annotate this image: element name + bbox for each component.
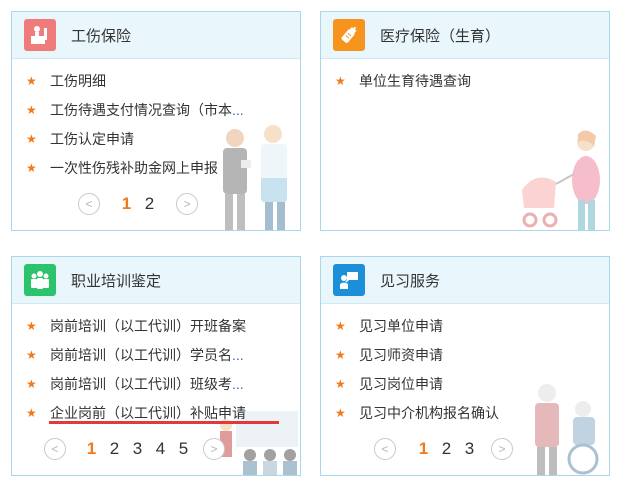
- star-icon: ★: [335, 377, 346, 391]
- card-header: 见习服务: [321, 257, 609, 304]
- list-item[interactable]: ★ 工伤明细: [26, 67, 300, 96]
- star-icon: ★: [26, 348, 37, 362]
- page-number[interactable]: 1: [80, 439, 103, 459]
- page-number[interactable]: 1: [412, 439, 435, 459]
- card-header: 工伤保险: [12, 12, 300, 59]
- star-icon: ★: [26, 103, 37, 117]
- item-link[interactable]: 工伤明细: [50, 67, 106, 96]
- link-list: ★ 见习单位申请 ★ 见习师资申请 ★ 见习岗位申请 ★ 见习中介机构报名确认: [321, 304, 609, 428]
- item-ellipsis: ...: [232, 347, 244, 363]
- card-title: 医疗保险（生育）: [380, 27, 501, 45]
- star-icon: ★: [335, 406, 346, 420]
- card-work-injury: 工伤保险 ★ 工伤明细 ★ 工伤待遇支付情况查询（市本... ★ 工伤认定申请 ★ 一次…: [11, 11, 301, 231]
- item-link[interactable]: 岗前培训（以工代训）班级考: [50, 370, 232, 399]
- list-item[interactable]: ★ 工伤待遇支付情况查询（市本...: [26, 96, 300, 125]
- list-item[interactable]: ★ 工伤认定申请: [26, 125, 300, 154]
- item-link[interactable]: 岗前培训（以工代训）开班备案: [50, 312, 246, 341]
- next-page-button[interactable]: >: [203, 438, 225, 460]
- list-item[interactable]: ★ 见习中介机构报名确认: [335, 399, 609, 428]
- list-item[interactable]: ★ 岗前培训（以工代训）班级考...: [26, 370, 300, 399]
- page-number[interactable]: 2: [435, 439, 458, 459]
- list-item[interactable]: ★ 见习师资申请: [335, 341, 609, 370]
- card-internship-service: 见习服务 ★ 见习单位申请 ★ 见习师资申请 ★ 见习岗位申请 ★ 见习中介机构报名确认…: [320, 256, 610, 476]
- page-number[interactable]: 4: [149, 439, 172, 459]
- link-list: ★ 单位生育待遇查询: [321, 59, 609, 96]
- injured-worker-icon: [24, 19, 56, 51]
- list-item[interactable]: ★ 见习岗位申请: [335, 370, 609, 399]
- card-header: 医疗保险（生育）: [321, 12, 609, 59]
- page-number[interactable]: 2: [138, 194, 161, 214]
- item-link[interactable]: 工伤认定申请: [50, 125, 134, 154]
- list-item[interactable]: ★ 一次性伤残补助金网上申报: [26, 154, 300, 183]
- intern-presentation-icon: [333, 264, 365, 296]
- card-title: 工伤保险: [71, 27, 132, 45]
- star-icon: ★: [26, 74, 37, 88]
- item-link[interactable]: 见习岗位申请: [359, 370, 443, 399]
- page-number[interactable]: 3: [458, 439, 481, 459]
- page-number[interactable]: 5: [172, 439, 195, 459]
- prev-page-button[interactable]: <: [44, 438, 66, 460]
- card-header: 职业培训鉴定: [12, 257, 300, 304]
- page-number[interactable]: 1: [115, 194, 138, 214]
- item-ellipsis: ...: [232, 376, 244, 392]
- page-number[interactable]: 2: [103, 439, 126, 459]
- star-icon: ★: [335, 319, 346, 333]
- next-page-button[interactable]: >: [491, 438, 513, 460]
- list-item[interactable]: ★ 单位生育待遇查询: [335, 67, 609, 96]
- star-icon: ★: [26, 132, 37, 146]
- prev-page-button[interactable]: <: [374, 438, 396, 460]
- prev-page-button[interactable]: <: [78, 193, 100, 215]
- page-number[interactable]: 3: [126, 439, 149, 459]
- card-maternity-insurance: 医疗保险（生育） ★ 单位生育待遇查询: [320, 11, 610, 231]
- pagination: < 1 2 >: [78, 192, 198, 216]
- star-icon: ★: [26, 406, 37, 420]
- next-page-button[interactable]: >: [176, 193, 198, 215]
- item-link[interactable]: 单位生育待遇查询: [359, 67, 471, 96]
- link-list: ★ 岗前培训（以工代训）开班备案 ★ 岗前培训（以工代训）学员名... ★ 岗前培训（…: [12, 304, 300, 428]
- pagination: < 1 2 3 4 5 >: [44, 437, 225, 461]
- star-icon: ★: [335, 348, 346, 362]
- item-link[interactable]: 工伤待遇支付情况查询（市本: [50, 96, 232, 125]
- item-link[interactable]: 岗前培训（以工代训）学员名: [50, 341, 232, 370]
- star-icon: ★: [335, 74, 346, 88]
- star-icon: ★: [26, 161, 37, 175]
- item-link[interactable]: 见习中介机构报名确认: [359, 399, 499, 428]
- card-vocational-training: 职业培训鉴定 ★ 岗前培训（以工代训）开班备案 ★ 岗前培训（以工代训）学员名...…: [11, 256, 301, 476]
- card-title: 见习服务: [380, 272, 441, 290]
- list-item[interactable]: ★ 岗前培训（以工代训）学员名...: [26, 341, 300, 370]
- card-title: 职业培训鉴定: [71, 272, 162, 290]
- list-item[interactable]: ★ 见习单位申请: [335, 312, 609, 341]
- item-ellipsis: ...: [232, 102, 244, 118]
- mother-stroller-illustration: [522, 130, 600, 230]
- star-icon: ★: [26, 319, 37, 333]
- star-icon: ★: [26, 377, 37, 391]
- group-training-icon: [24, 264, 56, 296]
- item-link[interactable]: 见习单位申请: [359, 312, 443, 341]
- item-link[interactable]: 一次性伤残补助金网上申报: [50, 154, 218, 183]
- baby-bottle-icon: [333, 19, 365, 51]
- list-item[interactable]: ★ 岗前培训（以工代训）开班备案: [26, 312, 300, 341]
- pagination: < 1 2 3 >: [374, 437, 513, 461]
- item-link[interactable]: 见习师资申请: [359, 341, 443, 370]
- link-list: ★ 工伤明细 ★ 工伤待遇支付情况查询（市本... ★ 工伤认定申请 ★ 一次性伤残补助…: [12, 59, 300, 183]
- highlight-underline: [49, 421, 279, 424]
